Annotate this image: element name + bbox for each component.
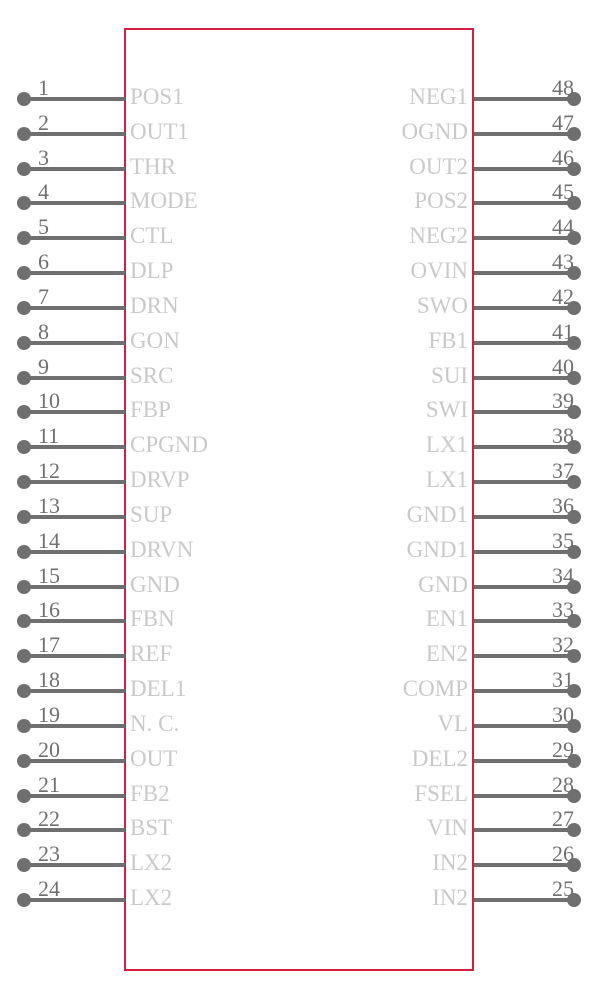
- pin-label: NEG2: [409, 223, 468, 249]
- pin-number: 32: [552, 632, 574, 658]
- pin-number: 28: [552, 771, 574, 797]
- ic-symbol-diagram: 1 POS1 2 OUT1 3 THR 4 MODE 5 CTL 6 DLP 7 DRN 8 GON 9 SRC 1…: [0, 0, 598, 1000]
- pin-31[interactable]: 31 COMP: [0, 669, 598, 709]
- pin-label: EN2: [425, 641, 468, 667]
- pin-45[interactable]: 45 POS2: [0, 181, 598, 221]
- pin-number: 30: [552, 701, 574, 727]
- pin-number: 42: [552, 283, 574, 309]
- pin-label: SUI: [430, 362, 468, 388]
- pin-number: 43: [552, 249, 574, 275]
- pin-37[interactable]: 37 LX1: [0, 460, 598, 500]
- pin-number: 47: [552, 109, 574, 135]
- pin-42[interactable]: 42 SWO: [0, 285, 598, 326]
- pin-40[interactable]: 40 SUI: [0, 355, 598, 396]
- pin-number: 45: [552, 179, 574, 205]
- pin-number: 40: [552, 353, 574, 379]
- pin-number: 36: [552, 492, 574, 518]
- pin-41[interactable]: 41 FB1: [0, 320, 598, 361]
- pin-label: OGND: [401, 118, 468, 144]
- pin-27[interactable]: 27 VIN: [0, 808, 598, 848]
- pin-label: GND1: [406, 536, 468, 562]
- pin-34[interactable]: 34 GND: [0, 564, 598, 605]
- pin-number: 38: [552, 423, 574, 449]
- pin-label: GND1: [406, 501, 468, 527]
- pin-number: 41: [552, 318, 574, 344]
- pin-30[interactable]: 30 VL: [0, 703, 598, 744]
- pin-39[interactable]: 39 SWI: [0, 390, 598, 430]
- pin-number: 31: [552, 667, 574, 693]
- pin-number: 25: [552, 876, 574, 902]
- pin-number: 39: [552, 388, 574, 414]
- pin-label: GND: [418, 571, 468, 597]
- pin-26[interactable]: 26 IN2: [0, 843, 598, 883]
- pin-44[interactable]: 44 NEG2: [0, 216, 598, 256]
- pin-label: FB1: [428, 327, 468, 353]
- pin-label: POS2: [414, 188, 468, 214]
- pin-label: OVIN: [410, 258, 469, 284]
- pin-33[interactable]: 33 EN1: [0, 599, 598, 639]
- pin-number: 29: [552, 736, 574, 762]
- pin-label: FSEL: [414, 780, 468, 806]
- pin-25[interactable]: 25 IN2: [0, 878, 598, 918]
- pin-label: LX1: [425, 467, 468, 493]
- pin-43[interactable]: 43 OVIN: [0, 251, 598, 291]
- pin-label: NEG1: [409, 84, 468, 109]
- pin-label: SWO: [416, 292, 468, 318]
- pin-48[interactable]: 48 NEG1: [0, 77, 598, 117]
- pin-number: 33: [552, 597, 574, 623]
- pin-label: EN1: [425, 606, 468, 632]
- pin-46[interactable]: 46 OUT2: [0, 146, 598, 187]
- pin-number: 35: [552, 527, 574, 553]
- pin-label: SWI: [425, 397, 468, 423]
- pin-label: DEL2: [411, 745, 468, 771]
- pin-28[interactable]: 28 FSEL: [0, 773, 598, 814]
- pin-number: 26: [552, 841, 574, 867]
- pin-label: VL: [437, 710, 468, 736]
- pin-47[interactable]: 47 OGND: [0, 111, 598, 152]
- pin-label: VIN: [427, 815, 468, 841]
- pin-label: OUT2: [409, 153, 468, 179]
- pin-label: IN2: [432, 885, 468, 911]
- pin-29[interactable]: 29 DEL2: [0, 738, 598, 779]
- pin-number: 37: [552, 458, 574, 484]
- pin-label: IN2: [432, 850, 468, 876]
- pin-number: 44: [552, 214, 574, 240]
- pin-label: LX1: [425, 432, 468, 458]
- pin-number: 48: [552, 75, 574, 100]
- pin-number: 27: [552, 806, 574, 832]
- pin-label: COMP: [402, 676, 468, 702]
- pin-36[interactable]: 36 GND1: [0, 494, 598, 535]
- pin-number: 34: [552, 562, 574, 588]
- pin-32[interactable]: 32 EN2: [0, 634, 598, 674]
- pin-number: 46: [552, 144, 574, 170]
- pin-35[interactable]: 35 GND1: [0, 529, 598, 570]
- pin-38[interactable]: 38 LX1: [0, 425, 598, 465]
